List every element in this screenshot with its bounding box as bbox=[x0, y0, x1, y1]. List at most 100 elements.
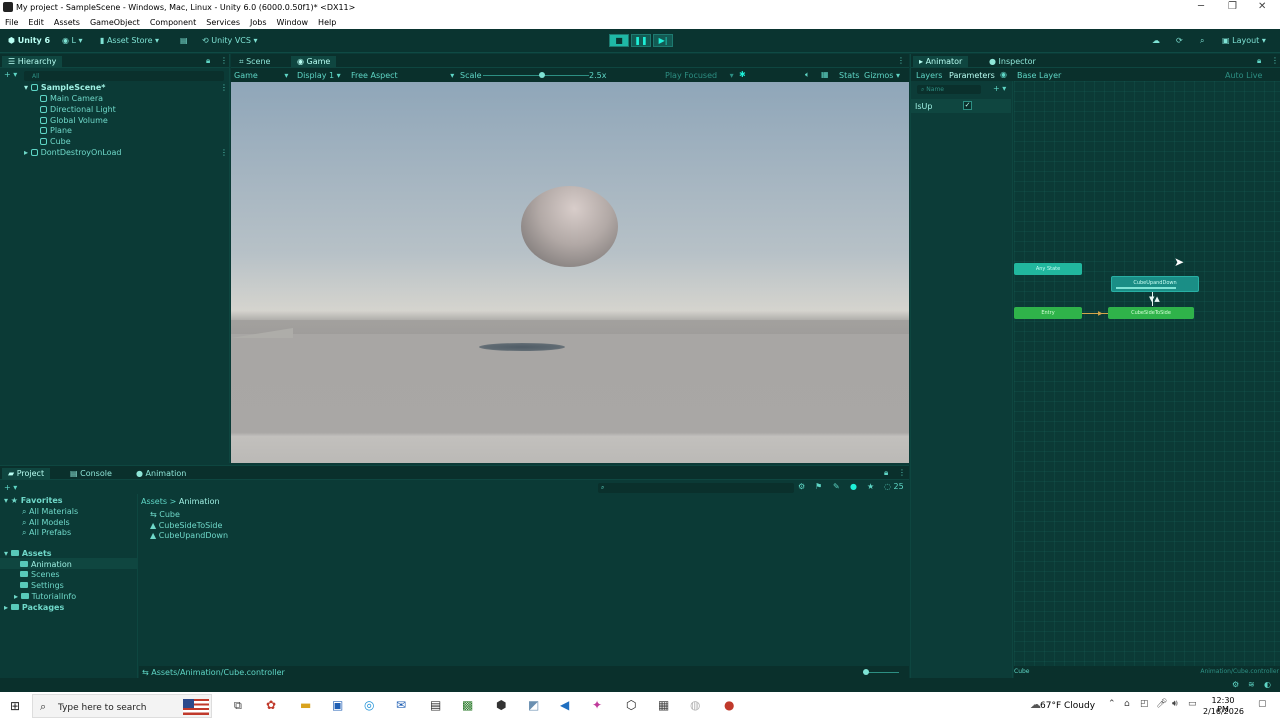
tab-project[interactable]: ▰ Project bbox=[2, 468, 51, 480]
file-cube-controller[interactable]: ⇆ Cube bbox=[150, 510, 180, 519]
menu-assets[interactable]: Assets bbox=[54, 18, 80, 27]
app-icon-4[interactable]: ✦ bbox=[592, 698, 602, 712]
account-dropdown[interactable]: ◉ L ▾ bbox=[62, 36, 83, 45]
breadcrumb-animation[interactable]: Animation bbox=[179, 497, 220, 506]
filter-label-icon[interactable]: ⚑ bbox=[815, 482, 822, 491]
tray-battery-icon[interactable]: ▭ bbox=[1188, 699, 1197, 709]
log-icon[interactable]: ✎ bbox=[833, 482, 840, 491]
file-cube-up-and-down[interactable]: ▲ CubeUpandDown bbox=[150, 531, 228, 540]
favorite-all-models[interactable]: ⌕ All Models bbox=[22, 518, 70, 528]
menu-jobs[interactable]: Jobs bbox=[250, 18, 267, 27]
scene-more-icon[interactable]: ⋮ bbox=[220, 83, 228, 92]
tab-inspector[interactable]: ● Inspector bbox=[983, 56, 1042, 68]
animator-lock-icon[interactable]: 🔒︎ bbox=[1257, 56, 1261, 66]
favorites-header[interactable]: ▾ ★ Favorites bbox=[4, 496, 63, 505]
mute-audio-icon[interactable]: 🔈︎ bbox=[805, 70, 810, 80]
more-menu-icon[interactable]: ⋮ bbox=[220, 56, 228, 65]
status-layers-icon[interactable]: ≋ bbox=[1248, 680, 1255, 689]
tab-hierarchy[interactable]: ☰ Hierarchy bbox=[2, 56, 63, 68]
store-icon[interactable]: ▣ bbox=[332, 698, 343, 712]
hierarchy-item-global-volume[interactable]: Global Volume bbox=[40, 116, 108, 125]
breadcrumb-base-layer[interactable]: Base Layer bbox=[1017, 71, 1061, 80]
node-any-state[interactable]: Any State bbox=[1014, 263, 1082, 275]
play-focused-dropdown[interactable]: Play Focused ▾ bbox=[665, 71, 734, 80]
app-icon-1[interactable]: ▤ bbox=[430, 698, 441, 712]
weather-text[interactable]: 67°F Cloudy bbox=[1040, 701, 1095, 711]
stats-button[interactable]: Stats bbox=[839, 71, 859, 80]
status-progress-icon[interactable]: ◐ bbox=[1264, 680, 1271, 689]
task-view-icon[interactable]: ⧉ bbox=[234, 699, 242, 713]
file-cube-side-to-side[interactable]: ▲ CubeSideToSide bbox=[150, 521, 222, 530]
tab-animation[interactable]: ● Animation bbox=[130, 468, 192, 480]
menu-component[interactable]: Component bbox=[150, 18, 196, 27]
node-cube-side-to-side[interactable]: CubeSideToSide bbox=[1108, 307, 1194, 319]
vscode-icon[interactable]: ◀ bbox=[560, 698, 569, 712]
scale-slider-handle[interactable] bbox=[539, 72, 545, 78]
tab-layers[interactable]: Layers bbox=[916, 71, 942, 80]
unity-account-button[interactable]: ⬢ Unity 6 bbox=[8, 36, 50, 45]
icon-size-slider[interactable] bbox=[863, 669, 899, 675]
unity-editor-icon[interactable]: ⬡ bbox=[626, 698, 636, 712]
menu-window[interactable]: Window bbox=[277, 18, 309, 27]
animator-graph[interactable]: Any State Entry ▶ CubeUpandDown ▼▲ CubeS… bbox=[1014, 81, 1280, 666]
scene-root[interactable]: ▾ SampleScene* bbox=[24, 83, 105, 92]
history-icon[interactable]: ⟳ bbox=[1176, 36, 1183, 45]
parameter-search-input[interactable]: ⌕ Name bbox=[917, 85, 981, 94]
scale-slider-track[interactable] bbox=[483, 72, 589, 78]
tab-game[interactable]: ◉ Game bbox=[291, 56, 337, 68]
game-view-viewport[interactable] bbox=[231, 82, 909, 463]
packages-root[interactable]: ▸ Packages bbox=[4, 603, 64, 612]
layout-dropdown[interactable]: ▣ Layout ▾ bbox=[1222, 36, 1266, 45]
folder-scenes[interactable]: Scenes bbox=[20, 570, 60, 579]
taskbar-search-box[interactable]: ⌕ Type here to search bbox=[32, 694, 212, 718]
notification-icon[interactable]: ▢ bbox=[1258, 699, 1267, 709]
game-mode-dropdown[interactable]: Game ▾ bbox=[234, 71, 288, 80]
pause-button[interactable]: ❚❚ bbox=[631, 34, 651, 47]
aspect-dropdown[interactable]: Free Aspect ▾ bbox=[351, 71, 454, 80]
tab-scene[interactable]: ⌗ Scene bbox=[233, 56, 276, 68]
node-entry[interactable]: Entry bbox=[1014, 307, 1082, 319]
grid-icon[interactable]: ▦ bbox=[821, 70, 829, 79]
menu-services[interactable]: Services bbox=[206, 18, 240, 27]
tray-app-icon[interactable]: ◰ bbox=[1140, 699, 1149, 709]
info-icon[interactable]: ● bbox=[850, 482, 857, 491]
folder-tutorialinfo[interactable]: ▸ TutorialInfo bbox=[14, 592, 76, 601]
outlook-icon[interactable]: ✉ bbox=[396, 698, 406, 712]
animator-more-icon[interactable]: ⋮ bbox=[1271, 56, 1279, 65]
menu-edit[interactable]: Edit bbox=[28, 18, 44, 27]
file-explorer-icon[interactable]: ▬ bbox=[300, 698, 311, 712]
visibility-count[interactable]: ◌ 25 bbox=[884, 482, 904, 491]
lock-icon[interactable]: 🔒︎ bbox=[206, 56, 210, 66]
minimize-icon[interactable]: ─ bbox=[1198, 1, 1204, 12]
favorite-all-prefabs[interactable]: ⌕ All Prefabs bbox=[22, 528, 71, 538]
hierarchy-item-plane[interactable]: Plane bbox=[40, 126, 72, 135]
menu-help[interactable]: Help bbox=[318, 18, 336, 27]
eye-icon[interactable]: ◉ bbox=[1000, 70, 1007, 79]
filter-type-icon[interactable]: ⚙ bbox=[798, 482, 805, 491]
menu-gameobject[interactable]: GameObject bbox=[90, 18, 140, 27]
maximize-icon[interactable]: ❐ bbox=[1228, 1, 1237, 12]
folder-animation[interactable]: Animation bbox=[20, 560, 72, 569]
cloud-icon[interactable]: ☁ bbox=[1152, 36, 1160, 45]
tray-mic-icon[interactable]: 🎤︎ bbox=[1156, 699, 1167, 709]
tab-console[interactable]: ▤ Console bbox=[64, 468, 118, 480]
calculator-icon[interactable]: ▦ bbox=[658, 698, 669, 712]
isup-checkbox[interactable]: ✓ bbox=[963, 101, 972, 110]
folder-settings[interactable]: Settings bbox=[20, 581, 64, 590]
add-parameter-button[interactable]: + ▾ bbox=[993, 84, 1006, 93]
copilot-icon[interactable]: ✿ bbox=[266, 698, 276, 712]
play-button[interactable]: ■ bbox=[609, 34, 629, 47]
hierarchy-item-dontdestroy[interactable]: ▸ DontDestroyOnLoad bbox=[24, 148, 122, 157]
parameter-row[interactable]: IsUp ✓ bbox=[911, 99, 1011, 113]
display-dropdown[interactable]: Display 1 ▾ bbox=[297, 71, 341, 80]
dontdestroy-more-icon[interactable]: ⋮ bbox=[220, 148, 228, 157]
icon-size-handle[interactable] bbox=[863, 669, 869, 675]
hierarchy-item-directional-light[interactable]: Directional Light bbox=[40, 105, 116, 114]
project-lock-icon[interactable]: 🔒︎ bbox=[884, 468, 888, 478]
node-cube-up-down[interactable]: CubeUpandDown bbox=[1111, 276, 1199, 292]
step-button[interactable]: ▶| bbox=[653, 34, 673, 47]
favorite-all-materials[interactable]: ⌕ All Materials bbox=[22, 507, 78, 517]
vcs-button[interactable]: ⟲ Unity VCS ▾ bbox=[202, 36, 258, 45]
package-icon[interactable]: ▤ bbox=[180, 36, 188, 45]
project-more-icon[interactable]: ⋮ bbox=[898, 468, 906, 477]
